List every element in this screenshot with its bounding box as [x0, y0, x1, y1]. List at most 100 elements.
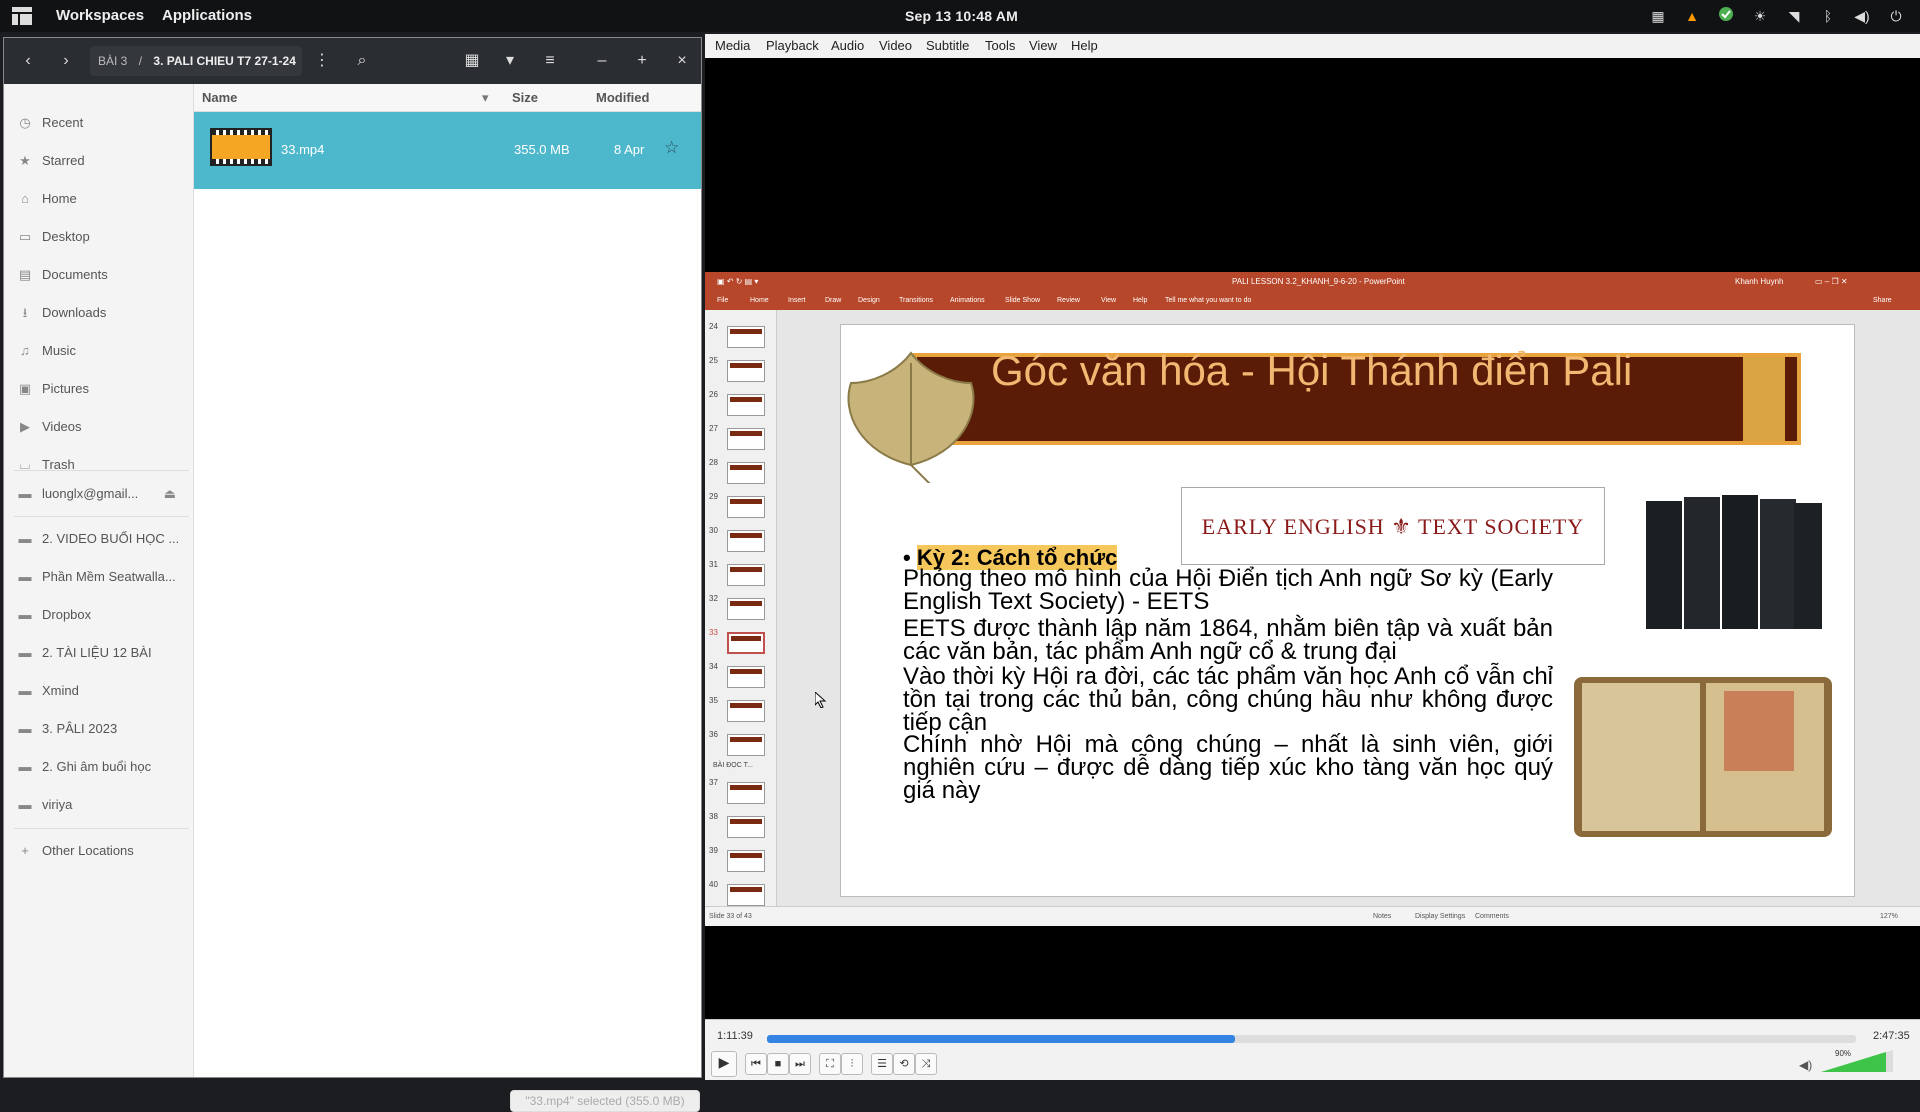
column-modified[interactable]: Modified	[596, 90, 649, 105]
bluetooth-icon[interactable]: ᛒ	[1818, 6, 1838, 26]
sidebar-drive[interactable]: ▬ luonglx@gmail... ⏏	[4, 479, 194, 509]
seek-bar[interactable]	[767, 1035, 1856, 1043]
breadcrumb-current[interactable]: 3. PALI CHIEU T7 27-1-24	[153, 54, 296, 68]
breadcrumb[interactable]: BÀI 3 / 3. PALI CHIEU T7 27-1-24	[90, 46, 302, 76]
ribbon-tab: File	[717, 297, 729, 304]
menu-playback[interactable]: Playback	[766, 38, 819, 53]
search-icon[interactable]: ⌕	[346, 46, 378, 76]
close-icon[interactable]: ×	[666, 46, 698, 76]
volume-slider[interactable]	[1821, 1050, 1893, 1072]
brightness-icon[interactable]: ☀	[1750, 6, 1770, 26]
display-settings-button: Display Settings	[1415, 913, 1466, 920]
slide-paragraph: EETS được thành lập năm 1864, nhằm biên …	[903, 615, 1553, 665]
slide-thumbnail: 29	[709, 492, 769, 520]
books-image	[1646, 495, 1822, 629]
slide-thumbnail: 40	[709, 880, 769, 906]
kebab-menu-icon[interactable]: ⋮	[306, 46, 338, 76]
sort-down-icon[interactable]: ▾	[482, 90, 489, 106]
sidebar-item-documents[interactable]: ▤ Documents	[4, 260, 194, 290]
play-button[interactable]: ▶	[711, 1051, 737, 1077]
apps-grid-icon[interactable]	[12, 7, 32, 25]
seek-progress	[767, 1035, 1236, 1043]
menu-audio[interactable]: Audio	[831, 38, 864, 53]
sidebar-bookmark[interactable]: ▬ 2. TÀI LIỆU 12 BÀI	[4, 638, 194, 668]
sidebar-item-pictures[interactable]: ▣ Pictures	[4, 374, 194, 404]
chevron-down-icon[interactable]: ▾	[494, 46, 526, 76]
file-row[interactable]: 33.mp4 355.0 MB 8 Apr ☆	[194, 112, 701, 189]
sidebar-item-starred[interactable]: ★ Starred	[4, 146, 194, 176]
file-modified: 8 Apr	[614, 142, 645, 157]
speaker-icon[interactable]: ◀)	[1799, 1058, 1812, 1072]
sidebar-bookmark[interactable]: ▬ Xmind	[4, 676, 194, 706]
slide-thumbnail: 38	[709, 812, 769, 840]
forward-arrow-icon[interactable]: ›	[50, 46, 82, 76]
wifi-icon[interactable]: ◥	[1784, 6, 1804, 26]
stop-icon[interactable]: ■	[767, 1053, 789, 1075]
sidebar-item-home[interactable]: ⌂ Home	[4, 184, 194, 214]
grid-view-icon[interactable]: ▦	[456, 46, 488, 76]
video-area[interactable]: ▣ ↶ ↻ ▤ ▾ PALI LESSON 3.2_KHANH_9-6-20 -…	[705, 58, 1920, 1060]
power-icon[interactable]: ⏻	[1886, 6, 1906, 26]
column-name[interactable]: Name	[202, 90, 237, 105]
sidebar-bookmark[interactable]: ▬ 2. Ghi âm buổi học	[4, 752, 194, 782]
sidebar-item-trash[interactable]: ⌴ Trash	[4, 450, 194, 480]
slide-thumbnail: 25	[709, 356, 769, 384]
back-arrow-icon[interactable]: ‹	[12, 46, 44, 76]
star-icon[interactable]: ☆	[664, 138, 679, 158]
sidebar-item-label: Phần Mềm Seatwalla...	[42, 569, 176, 584]
sidebar-bookmark[interactable]: ▬ Dropbox	[4, 600, 194, 630]
eets-logo: EARLY ENGLISH ⚜ TEXT SOCIETY	[1181, 487, 1605, 565]
sidebar-item-videos[interactable]: ▶ Videos	[4, 412, 194, 442]
breadcrumb-parent[interactable]: BÀI 3	[98, 54, 127, 68]
loop-icon[interactable]: ⟲	[893, 1053, 915, 1075]
applications-button[interactable]: Applications	[162, 7, 252, 24]
sidebar-bookmark[interactable]: ▬ viriya	[4, 790, 194, 820]
sidebar-bookmark[interactable]: ▬ Phần Mềm Seatwalla...	[4, 562, 194, 592]
banner-gold-stripe	[1743, 357, 1785, 441]
folder-icon: ▬	[18, 759, 32, 774]
sidebar-item-recent[interactable]: ◷ Recent	[4, 108, 194, 138]
minimize-icon[interactable]: –	[586, 46, 618, 76]
menu-help[interactable]: Help	[1071, 38, 1098, 53]
top-panel: Workspaces Applications Sep 13 10:48 AM …	[0, 0, 1920, 32]
slide-thumbnail: 26	[709, 390, 769, 418]
sidebar-bookmark[interactable]: ▬ 2. VIDEO BUỔI HỌC ...	[4, 524, 194, 554]
sidebar-item-label: Home	[42, 191, 77, 206]
sidebar-bookmark[interactable]: ▬ 3. PÂLI 2023	[4, 714, 194, 744]
shuffle-icon[interactable]: ⤨	[915, 1053, 937, 1075]
thumbnail-preview	[727, 666, 765, 688]
eject-icon[interactable]: ⏏	[164, 479, 176, 509]
column-size[interactable]: Size	[512, 90, 538, 105]
folder-icon: ▬	[18, 797, 32, 812]
ribbon-tell-me: Tell me what you want to do	[1165, 297, 1252, 304]
video-icon: ▶	[20, 419, 30, 434]
clock[interactable]: Sep 13 10:48 AM	[905, 8, 1018, 24]
download-icon: ⭳	[22, 305, 28, 320]
menu-tools[interactable]: Tools	[985, 38, 1015, 53]
hamburger-menu-icon[interactable]: ≡	[534, 46, 566, 76]
vlc-cone-icon[interactable]: ▲	[1682, 6, 1702, 26]
slide-paragraph: Vào thời kỳ Hội ra đời, các tác phẩm văn…	[903, 663, 1553, 736]
menu-media[interactable]: Media	[715, 38, 750, 53]
sidebar-other-locations[interactable]: + Other Locations	[4, 836, 194, 866]
playlist-icon[interactable]: ☰	[871, 1053, 893, 1075]
workspaces-button[interactable]: Workspaces	[56, 7, 144, 24]
workspace-switch-icon[interactable]: ▦	[1648, 6, 1668, 26]
volume-icon[interactable]: ◀)	[1852, 6, 1872, 26]
menu-subtitle[interactable]: Subtitle	[926, 38, 969, 53]
fullscreen-icon[interactable]: ⛶	[819, 1053, 841, 1075]
desktop-icon: ▭	[18, 229, 32, 244]
sidebar-item-downloads[interactable]: ⭳ Downloads	[4, 298, 194, 328]
thumbnail-preview	[727, 782, 765, 804]
sidebar-divider	[14, 470, 189, 471]
extended-settings-icon[interactable]: ⫶	[841, 1053, 863, 1075]
slide: Góc văn hóa - Hội Thánh điển Pali EARLY …	[840, 324, 1855, 897]
sidebar-item-desktop[interactable]: ▭ Desktop	[4, 222, 194, 252]
menu-view[interactable]: View	[1029, 38, 1057, 53]
next-icon[interactable]: ⏭	[789, 1053, 811, 1075]
menu-video[interactable]: Video	[879, 38, 912, 53]
update-check-icon[interactable]	[1716, 6, 1736, 26]
maximize-icon[interactable]: +	[626, 46, 658, 76]
previous-icon[interactable]: ⏮	[745, 1053, 767, 1075]
sidebar-item-music[interactable]: ♫ Music	[4, 336, 194, 366]
